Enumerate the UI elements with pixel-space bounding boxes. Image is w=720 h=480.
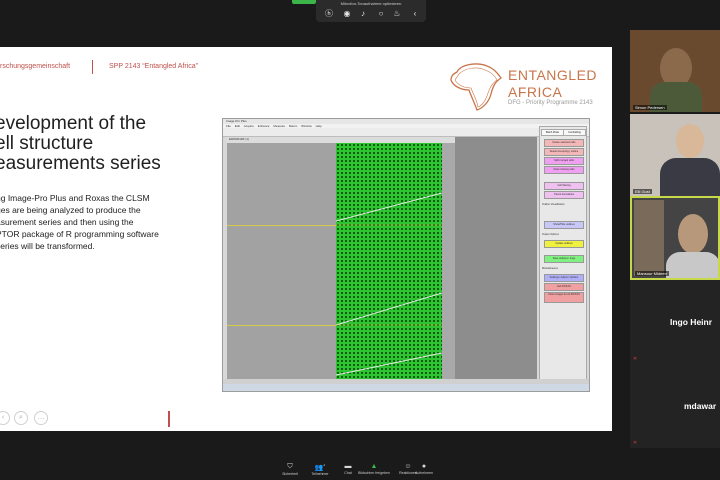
participant-tile[interactable]: Elli Gust (630, 114, 720, 196)
participant-body (666, 252, 718, 278)
participant-video (678, 214, 708, 254)
participant-background (634, 200, 664, 276)
muted-mic-icon: ✕ (633, 440, 638, 446)
save-outlines-button[interactable]: Save outlines / rings (544, 255, 584, 263)
tab-batch-mode[interactable]: Batch Mode (541, 129, 564, 136)
record-icon: ● (421, 463, 427, 470)
heading-line: ell structure (0, 133, 94, 154)
body-line: ges are being analyzed to produce the (0, 205, 141, 215)
africa-logo-icon (450, 63, 502, 111)
microphone-icon[interactable]: ♪ (358, 9, 368, 19)
close-exit-button[interactable]: Close images & exit ROXAS (544, 292, 584, 303)
heading-line: easurements series (0, 153, 161, 174)
screen-share-toolbar: Mikrofon-Tonaufnahme optimieren ⓗ ◉ ♪ ○ … (316, 0, 426, 22)
participant-tile[interactable]: Simon Pedersen (630, 30, 720, 112)
section-outputs-label: Output Options (542, 233, 559, 236)
tab-cell-editing[interactable]: Cell Editing (563, 129, 586, 136)
share-toolbar-title: Mikrofon-Tonaufnahme optimieren (340, 1, 402, 6)
footer-divider (168, 411, 170, 427)
muted-mic-icon: ✕ (633, 356, 638, 362)
app-title: Image-Pro Plus (226, 119, 247, 123)
slide-header-left: rschungsgemeinschaft (0, 63, 71, 70)
participant-tile[interactable]: Ingo Heinr ✕ (630, 280, 720, 364)
cell-outline-pattern (336, 143, 442, 379)
check-boundaries-button[interactable]: Check boundaries (544, 191, 584, 199)
audio-settings-icon[interactable]: ♨ (392, 9, 402, 19)
image-gray-area-right (442, 143, 455, 379)
section-outline-label: Outline Visualization (542, 203, 565, 206)
logo-title-line1: ENTANGLED (508, 67, 598, 83)
roxas-control-panel: Batch Mode Cell Editing Delete selected … (539, 126, 587, 382)
split-cells-button[interactable]: Split merged cells (544, 157, 584, 165)
header-divider (92, 60, 93, 74)
participant-tile[interactable]: mdawar ✕ (630, 364, 720, 448)
participant-video (676, 124, 704, 158)
zoom-slide-icon[interactable]: ⌕ (14, 411, 28, 425)
show-outlines-button[interactable]: Show/Hide outlines (544, 221, 584, 229)
delete-cells-button[interactable]: Delete selected cells (544, 139, 584, 147)
slide-heading: evelopment of the ell structure easureme… (0, 114, 205, 174)
slide-header-spp: SPP 2143 “Entangled Africa” (109, 63, 198, 70)
image-gray-area (227, 143, 336, 379)
participant-name: Elli Gust (633, 189, 652, 194)
chevron-left-icon[interactable]: ‹ (410, 9, 420, 19)
delete-lines-button[interactable]: Delete lines/polyg. outline (544, 148, 584, 156)
more-options-icon[interactable]: … (34, 411, 48, 425)
participant-name-large: Ingo Heinr (670, 317, 713, 327)
record-dot-icon[interactable]: ◉ (342, 9, 352, 19)
participant-tile-active-speaker[interactable]: Mansour Mideen (630, 196, 720, 280)
body-line: asurement series and then using the (0, 217, 134, 227)
circle-icon[interactable]: ○ (376, 9, 386, 19)
logo-title-line2: AFRICA (508, 84, 563, 100)
wood-cell-image (336, 143, 442, 379)
heading-line: evelopment of the (0, 113, 147, 134)
exit-roxas-button[interactable]: Exit ROXAS (544, 283, 584, 291)
body-line: series will be transformed. (0, 241, 95, 251)
body-line: PTOR package of R programming software (0, 229, 159, 239)
participant-body (660, 158, 720, 196)
body-line: ng Image-Pro Plus and Roxas the CLSM (0, 193, 150, 203)
settings-button[interactable]: Settings / Adjust / Options (544, 274, 584, 282)
update-outlines-button[interactable]: Update outlines (544, 240, 584, 248)
logo-subtitle: DFG - Priority Programme 2143 (508, 100, 593, 106)
section-misc-label: Miscellaneous (542, 267, 558, 270)
windows-taskbar (223, 384, 589, 391)
draw-cells-button[interactable]: Draw missing cells (544, 166, 584, 174)
cell-filtering-button[interactable]: Cell filtering (544, 182, 584, 190)
app-toolbar (223, 128, 589, 137)
participant-name-large: mdawar (684, 401, 717, 411)
hp-icon: ⓗ (325, 9, 333, 18)
sharing-indicator (292, 0, 316, 4)
participant-name: Mansour Mideen (635, 271, 669, 276)
participant-name: Simon Pedersen (633, 105, 667, 110)
slide-body-text: ng Image-Pro Plus and Roxas the CLSM ges… (0, 192, 196, 252)
embedded-app-screenshot: Image-Pro Plus File Edit Acquire Enhance… (222, 118, 590, 392)
record-button[interactable]: ● Aufnehmen (400, 463, 448, 475)
app-workspace (455, 137, 537, 379)
